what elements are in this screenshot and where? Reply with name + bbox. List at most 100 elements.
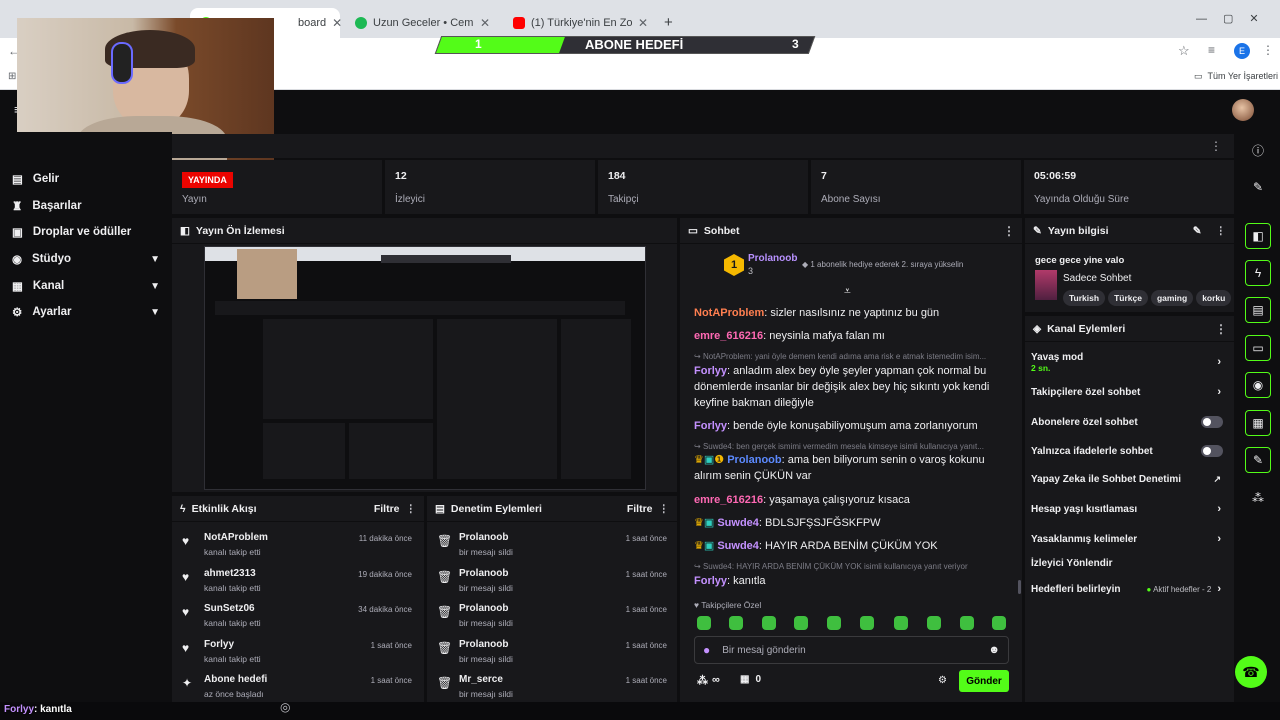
- sidebar-item-achievements[interactable]: ♜ Başarılar: [12, 199, 160, 213]
- chat-username[interactable]: Suwde4: [717, 540, 759, 552]
- close-tab-icon[interactable]: ✕: [480, 16, 490, 30]
- ai-moderation-row[interactable]: Yapay Zeka ile Sohbet Denetimi ↗: [1031, 474, 1229, 485]
- broadcast-widget-icon[interactable]: ◉: [1245, 372, 1271, 398]
- edit-icon[interactable]: ✎: [1193, 225, 1202, 237]
- emoji-icon[interactable]: ☻: [988, 644, 1000, 656]
- mod-name[interactable]: Prolanoob: [459, 603, 508, 614]
- filter-button[interactable]: Filtre: [627, 503, 653, 515]
- sidebar-item-settings[interactable]: ⚙ Ayarlar ▼: [12, 305, 160, 319]
- event-name[interactable]: Abone hedefi: [204, 674, 267, 685]
- chat-username[interactable]: NotAProblem: [694, 307, 764, 319]
- sidebar-item-channel[interactable]: ▦ Kanal ▼: [12, 279, 160, 293]
- pinned-collapse-icon[interactable]: ⩡: [844, 284, 851, 299]
- followers-only-chat-row[interactable]: Takipçilere özel sohbet ›: [1031, 386, 1229, 398]
- event-name[interactable]: SunSetz06: [204, 603, 255, 614]
- chat-username[interactable]: Forlyy: [694, 420, 727, 432]
- chat-username[interactable]: emre_616216: [694, 330, 763, 342]
- emote-icon[interactable]: [827, 616, 841, 630]
- emote-icon[interactable]: [927, 616, 941, 630]
- event-name[interactable]: Forlyy: [204, 639, 234, 650]
- stat-label: İzleyici: [395, 194, 426, 205]
- preview-widget-icon[interactable]: ◧: [1245, 223, 1271, 249]
- stat-label: Yayında Olduğu Süre: [1034, 194, 1129, 205]
- actions-widget-icon[interactable]: ▦: [1245, 410, 1271, 436]
- sidebar-item-revenue[interactable]: ▤ Gelir: [12, 172, 160, 186]
- pencil-icon[interactable]: ✎: [1245, 174, 1271, 200]
- kebab-icon[interactable]: ⋮: [406, 503, 417, 515]
- media-icon[interactable]: ≡: [1208, 43, 1215, 57]
- kebab-icon[interactable]: ⋮: [1215, 322, 1227, 336]
- info-icon[interactable]: ⓘ: [1245, 137, 1271, 163]
- mod-name[interactable]: Prolanoob: [459, 532, 508, 543]
- chat-input[interactable]: ● Bir mesaj gönderin ☻: [694, 636, 1009, 664]
- emote-icon[interactable]: [960, 616, 974, 630]
- subscribers-only-toggle[interactable]: [1201, 416, 1223, 428]
- stats-menu-icon[interactable]: ⋮: [1210, 139, 1222, 153]
- chat-scrollbar[interactable]: [1018, 580, 1021, 594]
- chat-username[interactable]: Prolanoob: [727, 454, 781, 466]
- sidebar-item-drops[interactable]: ▣ Droplar ve ödüller: [12, 225, 160, 239]
- user-avatar[interactable]: [1232, 99, 1254, 121]
- all-bookmarks[interactable]: ▭ Tüm Yer İşaretleri: [1194, 71, 1278, 82]
- preview-icon: ◧: [180, 224, 190, 237]
- chat-settings-icon[interactable]: ⚙: [938, 675, 947, 686]
- apps-icon[interactable]: ⊞: [8, 71, 16, 82]
- goals-row[interactable]: Hedefleri belirleyin ● Aktif hedefler - 2…: [1031, 583, 1229, 595]
- tag[interactable]: gaming: [1150, 290, 1194, 306]
- star-icon[interactable]: ☆: [1178, 43, 1190, 59]
- stream-preview-video[interactable]: [204, 246, 646, 490]
- slow-mode-row[interactable]: Yavaş mod 2 sn. ›: [1031, 352, 1229, 373]
- window-controls[interactable]: —▢✕: [1196, 12, 1275, 25]
- sidebar-item-studio[interactable]: ◉ Stüdyo ▼: [12, 252, 160, 266]
- gifter-name[interactable]: Prolanoob: [748, 253, 797, 264]
- menu-icon[interactable]: ⋮: [1262, 43, 1274, 57]
- mod-name[interactable]: Prolanoob: [459, 568, 508, 579]
- tab-music[interactable]: Uzun Geceler • Cem Kısmet ✕: [345, 8, 500, 38]
- emote-icon[interactable]: [762, 616, 776, 630]
- wrench-widget-icon[interactable]: ✎: [1245, 447, 1271, 473]
- support-button[interactable]: ☎: [1235, 656, 1267, 688]
- stream-category[interactable]: Sadece Sohbet: [1063, 273, 1131, 284]
- event-name[interactable]: NotAProblem: [204, 532, 268, 543]
- close-tab-icon[interactable]: ✕: [332, 16, 342, 30]
- mod-name[interactable]: Mr_serce: [459, 674, 503, 685]
- chat-username[interactable]: Forlyy: [694, 575, 727, 587]
- chat-username[interactable]: Suwde4: [717, 517, 759, 529]
- new-tab-button[interactable]: +: [664, 14, 673, 31]
- mic-icon[interactable]: ●: [703, 643, 710, 657]
- mod-time: 1 saat önce: [625, 641, 667, 650]
- emote-icon[interactable]: [729, 616, 743, 630]
- emote-icon[interactable]: [894, 616, 908, 630]
- kick-points[interactable]: ⁂ ∞: [697, 674, 720, 687]
- bolt-widget-icon[interactable]: ϟ: [1245, 260, 1271, 286]
- mod-name[interactable]: Prolanoob: [459, 639, 508, 650]
- emote-icon[interactable]: [992, 616, 1006, 630]
- mod-widget-icon[interactable]: ▤: [1245, 297, 1271, 323]
- tab-youtube[interactable]: (1) Türkiye'nin En Zor Görülen ✕: [503, 8, 658, 38]
- tag[interactable]: Turkish: [1063, 290, 1106, 306]
- points-widget-icon[interactable]: ⁂: [1245, 485, 1271, 511]
- profile-avatar[interactable]: E: [1234, 43, 1250, 59]
- chat-widget-icon[interactable]: ▭: [1245, 335, 1271, 361]
- kebab-icon[interactable]: ⋮: [1003, 224, 1015, 238]
- filter-button[interactable]: Filtre: [374, 503, 400, 515]
- banned-words-row[interactable]: Yasaklanmış kelimeler ›: [1031, 533, 1229, 545]
- chat-username[interactable]: Forlyy: [694, 365, 727, 377]
- event-name[interactable]: ahmet2313: [204, 568, 256, 579]
- emote-icon[interactable]: [794, 616, 808, 630]
- tag[interactable]: korku: [1196, 290, 1232, 306]
- tag[interactable]: Türkçe: [1108, 290, 1148, 306]
- emote-icon[interactable]: [697, 616, 711, 630]
- channel-points[interactable]: ▦ 0: [740, 674, 761, 685]
- emotes-only-toggle[interactable]: [1201, 445, 1223, 457]
- subscribers-only-chat-row: Abonelere özel sohbet: [1031, 416, 1229, 428]
- kebab-icon[interactable]: ⋮: [659, 503, 670, 515]
- chat-username[interactable]: emre_616216: [694, 494, 763, 506]
- account-age-row[interactable]: Hesap yaşı kısıtlaması ›: [1031, 503, 1229, 515]
- host-row[interactable]: İzleyici Yönlendir: [1031, 558, 1229, 569]
- close-tab-icon[interactable]: ✕: [638, 16, 648, 30]
- emote-icon[interactable]: [860, 616, 874, 630]
- chat-text: kanıtla: [733, 575, 766, 587]
- send-button[interactable]: Gönder: [959, 670, 1009, 692]
- kebab-icon[interactable]: ⋮: [1216, 225, 1227, 237]
